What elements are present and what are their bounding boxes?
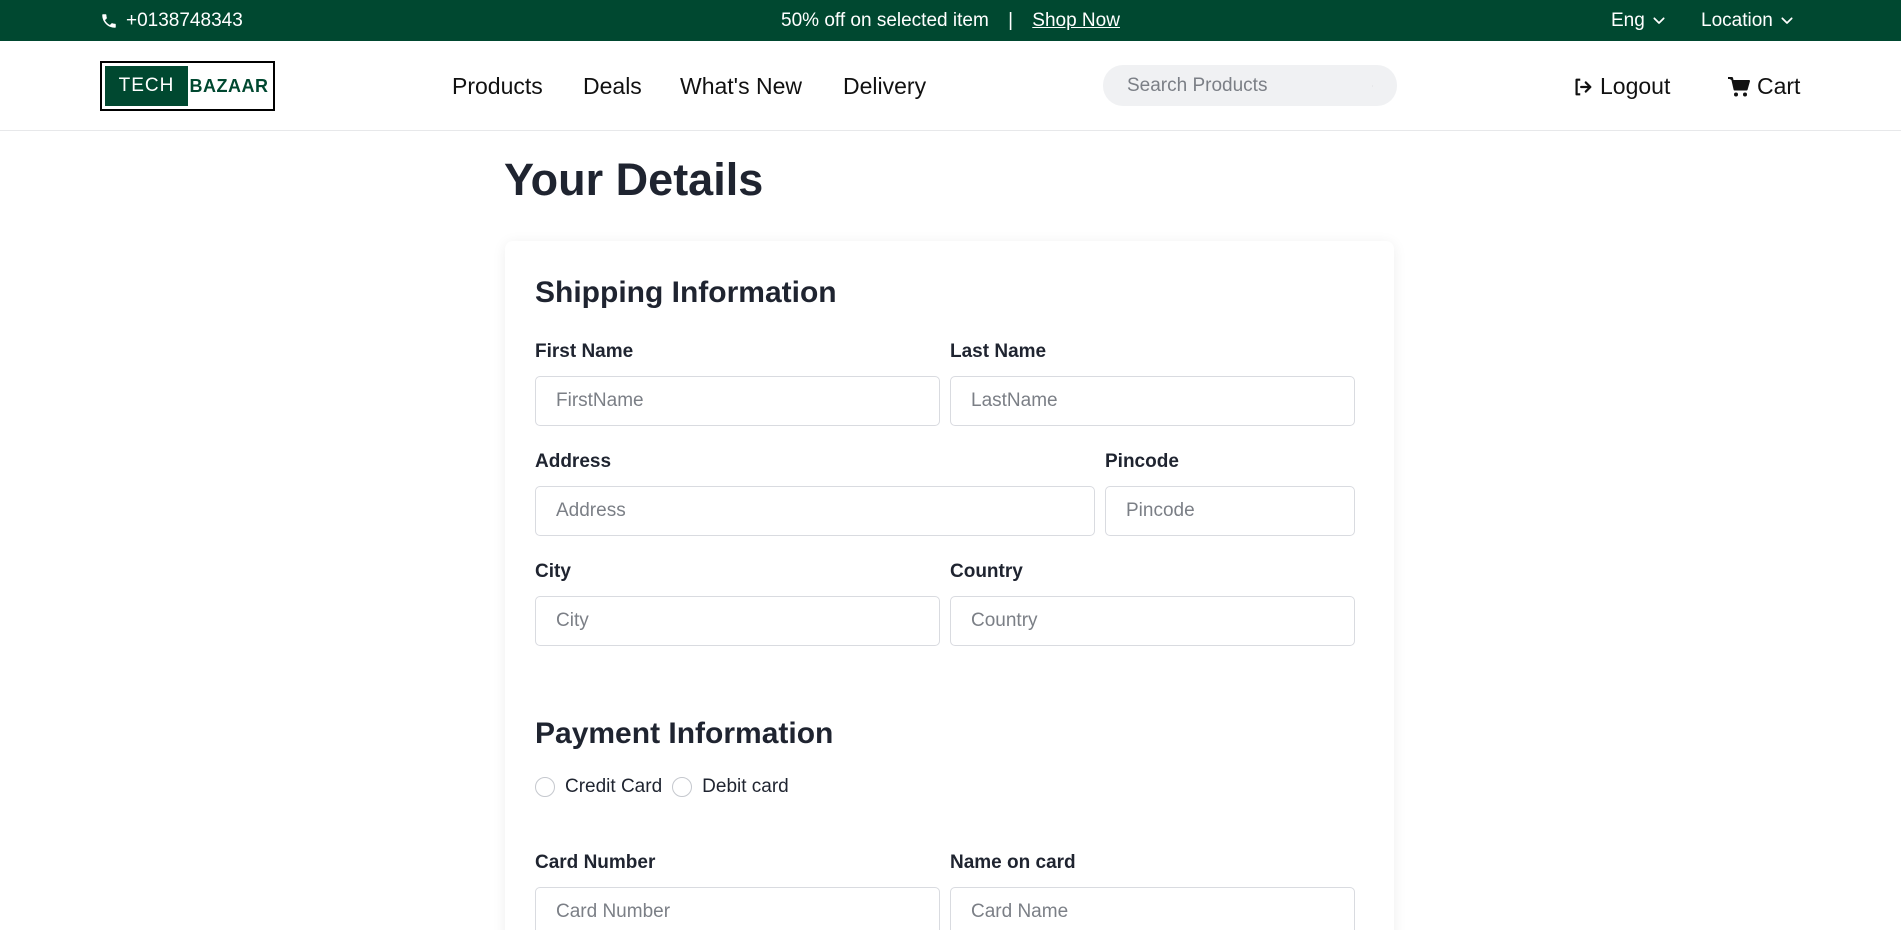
shipping-section-title: Shipping Information: [535, 276, 837, 309]
pincode-field[interactable]: [1105, 486, 1355, 536]
logo-part-bazaar: BAZAAR: [189, 75, 269, 96]
brand-logo[interactable]: TECH BAZAAR: [100, 61, 275, 111]
credit-card-label[interactable]: Credit Card: [565, 776, 662, 798]
nav-delivery[interactable]: Delivery: [843, 73, 926, 100]
last-name-label: Last Name: [950, 341, 1047, 362]
debit-card-radio[interactable]: [672, 777, 693, 797]
name-on-card-label: Name on card: [950, 852, 1076, 873]
location-label: Location: [1701, 10, 1773, 31]
card-number-label: Card Number: [535, 852, 656, 873]
promo-bar: +0138748343 50% off on selected item | S…: [0, 0, 1901, 41]
logout-icon: [1575, 78, 1592, 95]
logout-label: Logout: [1600, 73, 1671, 99]
chevron-down-icon: [1653, 17, 1665, 24]
last-name-field[interactable]: [950, 376, 1355, 426]
address-label: Address: [535, 451, 612, 472]
cart-label: Cart: [1757, 73, 1801, 99]
credit-card-radio[interactable]: [535, 777, 555, 797]
card-number-field[interactable]: [535, 887, 940, 930]
search-icon[interactable]: [1372, 75, 1373, 97]
location-dropdown[interactable]: Location: [1701, 10, 1795, 32]
payment-section-title: Payment Information: [535, 717, 834, 750]
debit-card-label[interactable]: Debit card: [702, 776, 789, 798]
language-label: Eng: [1611, 10, 1645, 31]
page-title: Your Details: [504, 154, 764, 205]
search-input[interactable]: [1127, 74, 1372, 97]
address-field[interactable]: [535, 486, 1095, 536]
site-header: TECH BAZAAR Products Deals What's New De…: [0, 41, 1901, 131]
nav-products[interactable]: Products: [452, 73, 543, 100]
search-bar: [1103, 65, 1397, 106]
promo-text: 50% off on selected item: [781, 10, 989, 31]
pincode-label: Pincode: [1105, 451, 1179, 472]
shop-now-link[interactable]: Shop Now: [1032, 10, 1120, 31]
nav-whats-new[interactable]: What's New: [680, 73, 802, 100]
logout-link[interactable]: Logout: [1572, 73, 1670, 100]
nav-deals[interactable]: Deals: [583, 73, 642, 100]
name-on-card-field[interactable]: [950, 887, 1355, 930]
city-label: City: [535, 561, 571, 582]
first-name-field[interactable]: [535, 376, 940, 426]
chevron-down-icon: [1781, 17, 1793, 24]
cart-icon: [1728, 76, 1750, 96]
country-label: Country: [950, 561, 1023, 582]
logo-part-tech: TECH: [105, 66, 188, 106]
country-field[interactable]: [950, 596, 1355, 646]
payment-method-group: Credit Card Debit card: [535, 776, 799, 798]
language-dropdown[interactable]: Eng: [1611, 10, 1667, 32]
cart-link[interactable]: Cart: [1727, 73, 1800, 100]
first-name-label: First Name: [535, 341, 634, 362]
city-field[interactable]: [535, 596, 940, 646]
promo-separator: |: [1008, 10, 1013, 31]
